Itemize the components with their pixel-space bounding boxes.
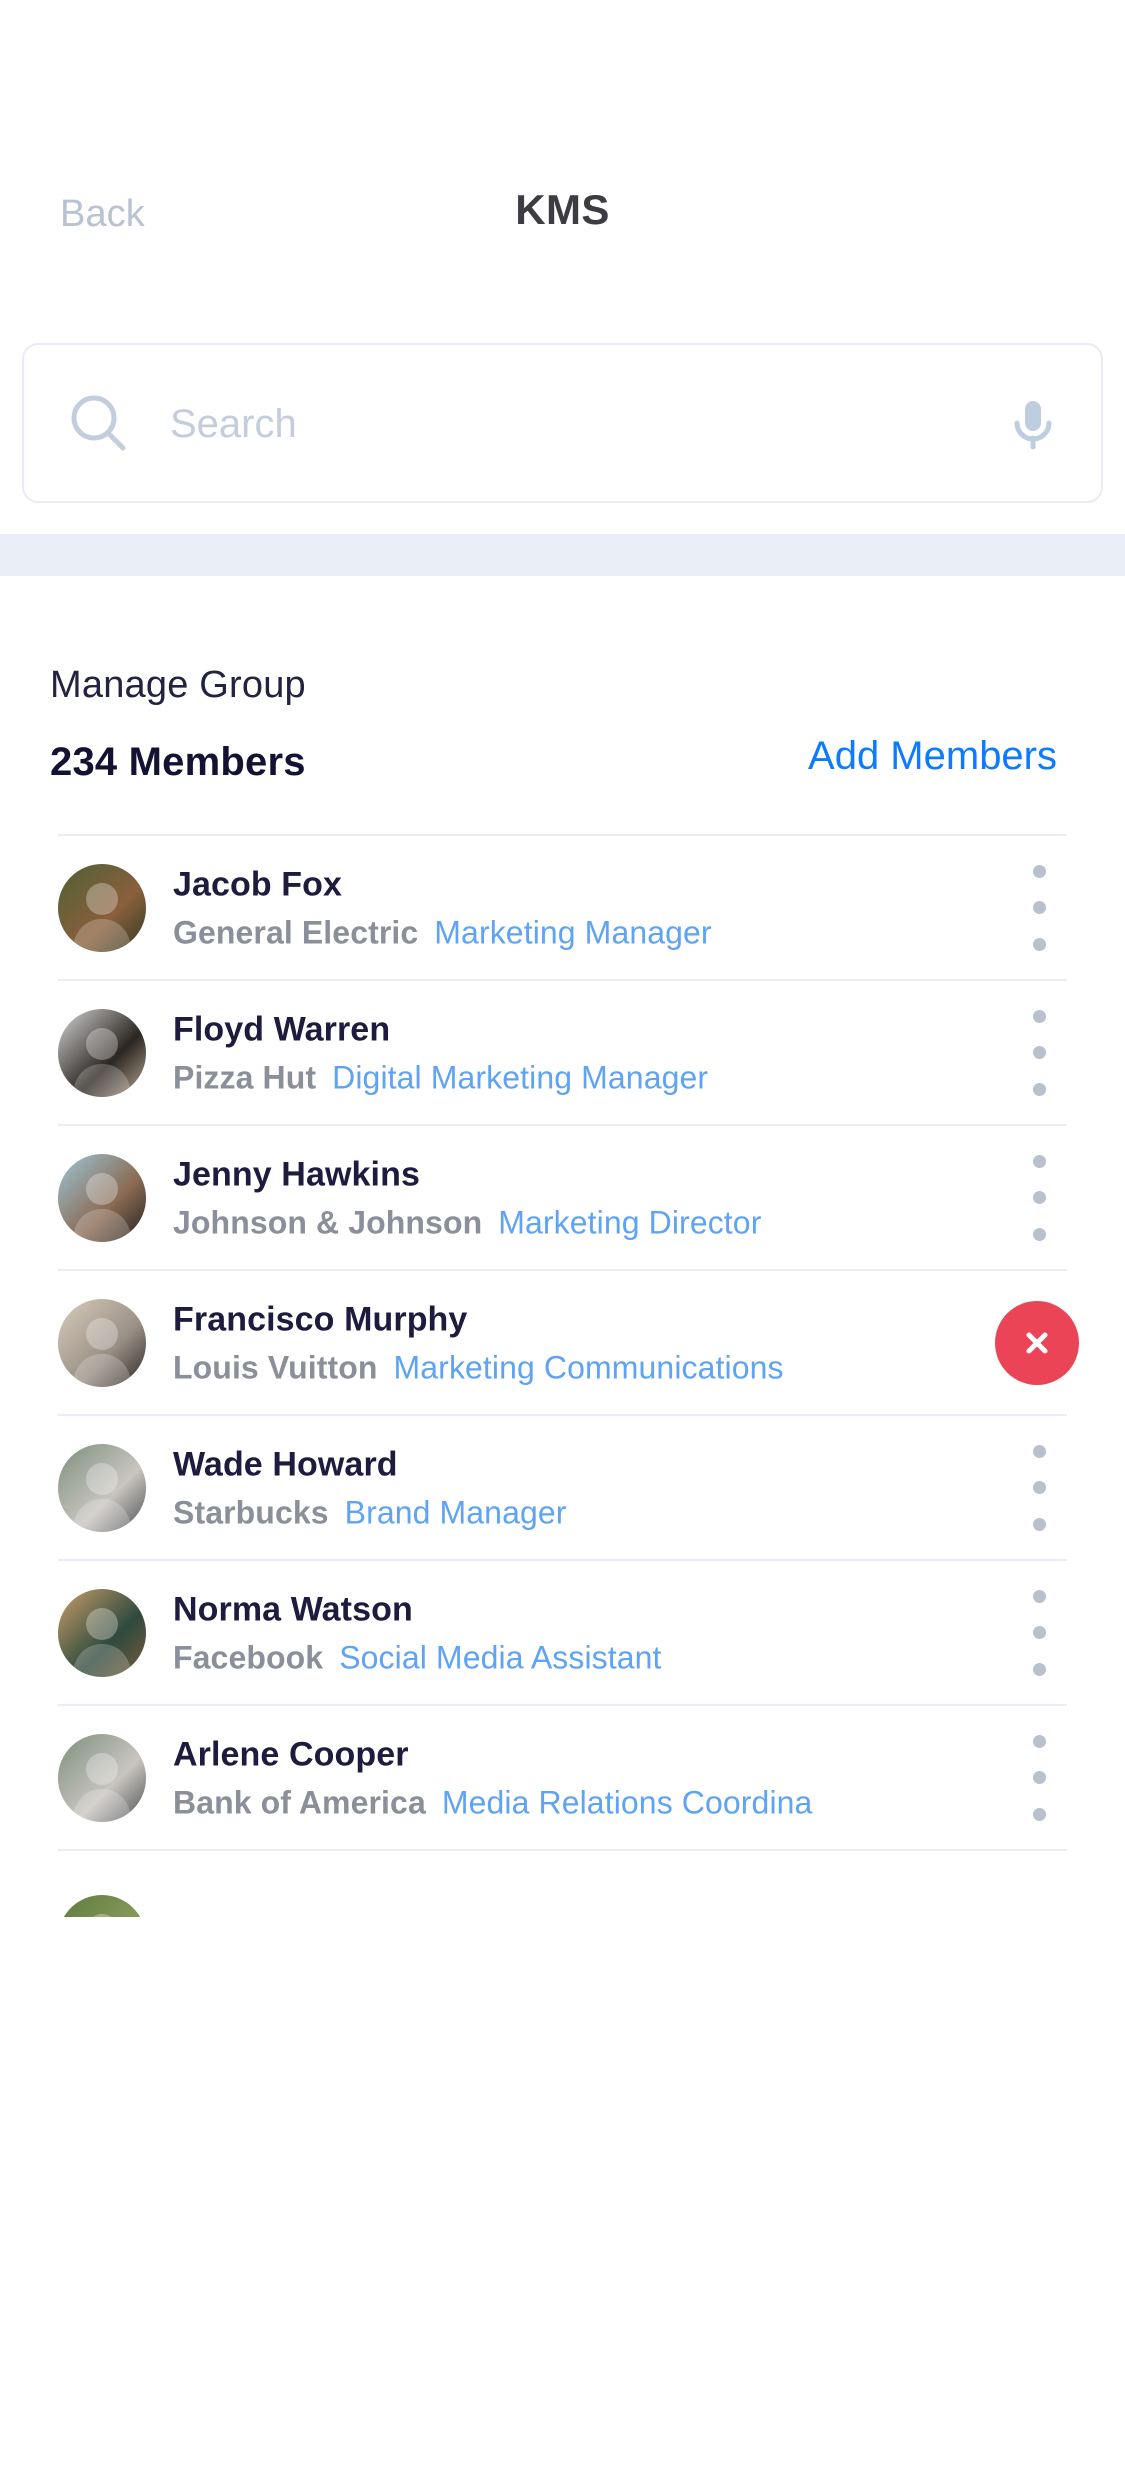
member-row[interactable]: Francisco Murphy Louis Vuitton Marketing C… (58, 1269, 1079, 1414)
kebab-dot (1032, 1227, 1046, 1241)
member-subtitle: Facebook Social Media Assistant (173, 1637, 933, 1677)
microphone-icon[interactable] (1001, 391, 1065, 455)
member-subtitle: Pizza Hut Digital Marketing Manager (173, 1057, 933, 1097)
avatar (58, 1733, 146, 1822)
member-role: Marketing Manager (434, 914, 712, 950)
kebab-dot (1032, 1589, 1046, 1603)
kebab-dot (1032, 1734, 1046, 1748)
member-row[interactable]: Floyd Warren Pizza Hut Digital Marketing M… (58, 979, 1067, 1124)
avatar (58, 1588, 146, 1677)
member-subtitle: Bank of America Media Relations Coordina (173, 1782, 933, 1822)
member-options-button[interactable] (1011, 1009, 1067, 1096)
member-list: Jacob Fox General Electric Marketing Manag… (0, 834, 1125, 1917)
kebab-dot (1032, 864, 1046, 878)
avatar (58, 1298, 146, 1387)
member-subtitle: Starbucks Brand Manager (173, 1492, 933, 1532)
member-role: Digital Marketing Manager (332, 1059, 709, 1095)
kebab-dot (1032, 1517, 1046, 1531)
member-company: Louis Vuitton (173, 1349, 378, 1385)
add-members-button[interactable]: Add Members (808, 732, 1057, 780)
search-input[interactable] (168, 345, 961, 503)
member-name: Wade Howard (173, 1445, 398, 1483)
member-row[interactable]: Jenny Hawkins Johnson & Johnson Marketing … (58, 1124, 1067, 1269)
member-info: Francisco Murphy Louis Vuitton Marketing C… (173, 1298, 973, 1387)
member-options-button[interactable] (1011, 1589, 1067, 1676)
member-company: Johnson & Johnson (173, 1204, 483, 1240)
kebab-dot (1032, 1154, 1046, 1168)
kebab-dot (1032, 1771, 1046, 1784)
member-role: Media Relations Coordina (441, 1784, 813, 1820)
member-role: Brand Manager (344, 1494, 567, 1530)
member-name: Jenny Hawkins (173, 1155, 420, 1193)
member-name: Norma Watson (173, 1590, 413, 1628)
member-role: Marketing Director (498, 1204, 762, 1240)
member-company: Pizza Hut (173, 1059, 317, 1095)
search-icon (68, 392, 130, 454)
navigation-bar: Back KMS (0, 0, 1125, 333)
member-company: Facebook (173, 1639, 324, 1675)
member-row[interactable]: Jacob Fox General Electric Marketing Manag… (58, 834, 1067, 979)
avatar (58, 1895, 146, 1917)
member-company: Starbucks (173, 1494, 329, 1530)
kebab-dot (1032, 1082, 1046, 1096)
member-info: Jenny Hawkins Johnson & Johnson Marketing … (173, 1153, 973, 1242)
member-info: Wade Howard Starbucks Brand Manager (173, 1443, 973, 1532)
page-title: KMS (515, 186, 610, 233)
member-row[interactable]: Norma Watson Facebook Social Media Assista… (58, 1559, 1067, 1704)
kebab-dot (1032, 1046, 1046, 1059)
member-company: Bank of America (173, 1784, 426, 1820)
member-subtitle: Johnson & Johnson Marketing Director (173, 1202, 933, 1242)
member-company: General Electric (173, 914, 419, 950)
member-name: Floyd Warren (173, 1010, 391, 1048)
member-options-button[interactable] (1011, 1734, 1067, 1821)
avatar (58, 1153, 146, 1242)
kebab-dot (1032, 1009, 1046, 1023)
member-name: Arlene Cooper (173, 1735, 409, 1773)
remove-member-button[interactable] (995, 1300, 1079, 1385)
search-bar[interactable] (22, 343, 1103, 503)
member-role: Marketing Communications (393, 1349, 784, 1385)
kebab-dot (1032, 1626, 1046, 1639)
member-info: Arlene Cooper Bank of America Media Relati… (173, 1733, 973, 1822)
section-title: Manage Group (50, 664, 306, 706)
member-options-button[interactable] (1011, 1444, 1067, 1531)
member-row[interactable]: Arlene Cooper Bank of America Media Relati… (58, 1704, 1067, 1849)
member-count: 234 Members (50, 740, 306, 784)
member-info: Floyd Warren Pizza Hut Digital Marketing M… (173, 1008, 973, 1097)
close-icon (1026, 1332, 1048, 1353)
member-subtitle: General Electric Marketing Manager (173, 912, 933, 952)
kebab-dot (1032, 1444, 1046, 1458)
avatar (58, 863, 146, 952)
avatar (58, 1008, 146, 1097)
member-row[interactable]: Wade Howard Starbucks Brand Manager (58, 1414, 1067, 1559)
member-role: Social Media Assistant (339, 1639, 662, 1675)
kebab-dot (1032, 1662, 1046, 1676)
member-info: Jacob Fox General Electric Marketing Manag… (173, 863, 973, 952)
kebab-dot (1032, 937, 1046, 951)
member-info: Norma Watson Facebook Social Media Assista… (173, 1588, 973, 1677)
kebab-dot (1032, 1191, 1046, 1204)
kebab-dot (1032, 1807, 1046, 1821)
kebab-dot (1032, 1481, 1046, 1494)
member-subtitle: Louis Vuitton Marketing Communications (173, 1347, 933, 1387)
member-name: Francisco Murphy (173, 1300, 468, 1338)
member-options-button[interactable] (1011, 864, 1067, 951)
member-options-button[interactable] (1011, 1154, 1067, 1241)
avatar (58, 1443, 146, 1532)
kebab-dot (1032, 901, 1046, 914)
manage-group-screen: Back KMS Manage Group 234 Members Add Me… (0, 0, 1125, 2475)
section-divider-band (0, 534, 1125, 576)
member-row-partial[interactable] (58, 1849, 1067, 1917)
member-name: Jacob Fox (173, 865, 343, 903)
